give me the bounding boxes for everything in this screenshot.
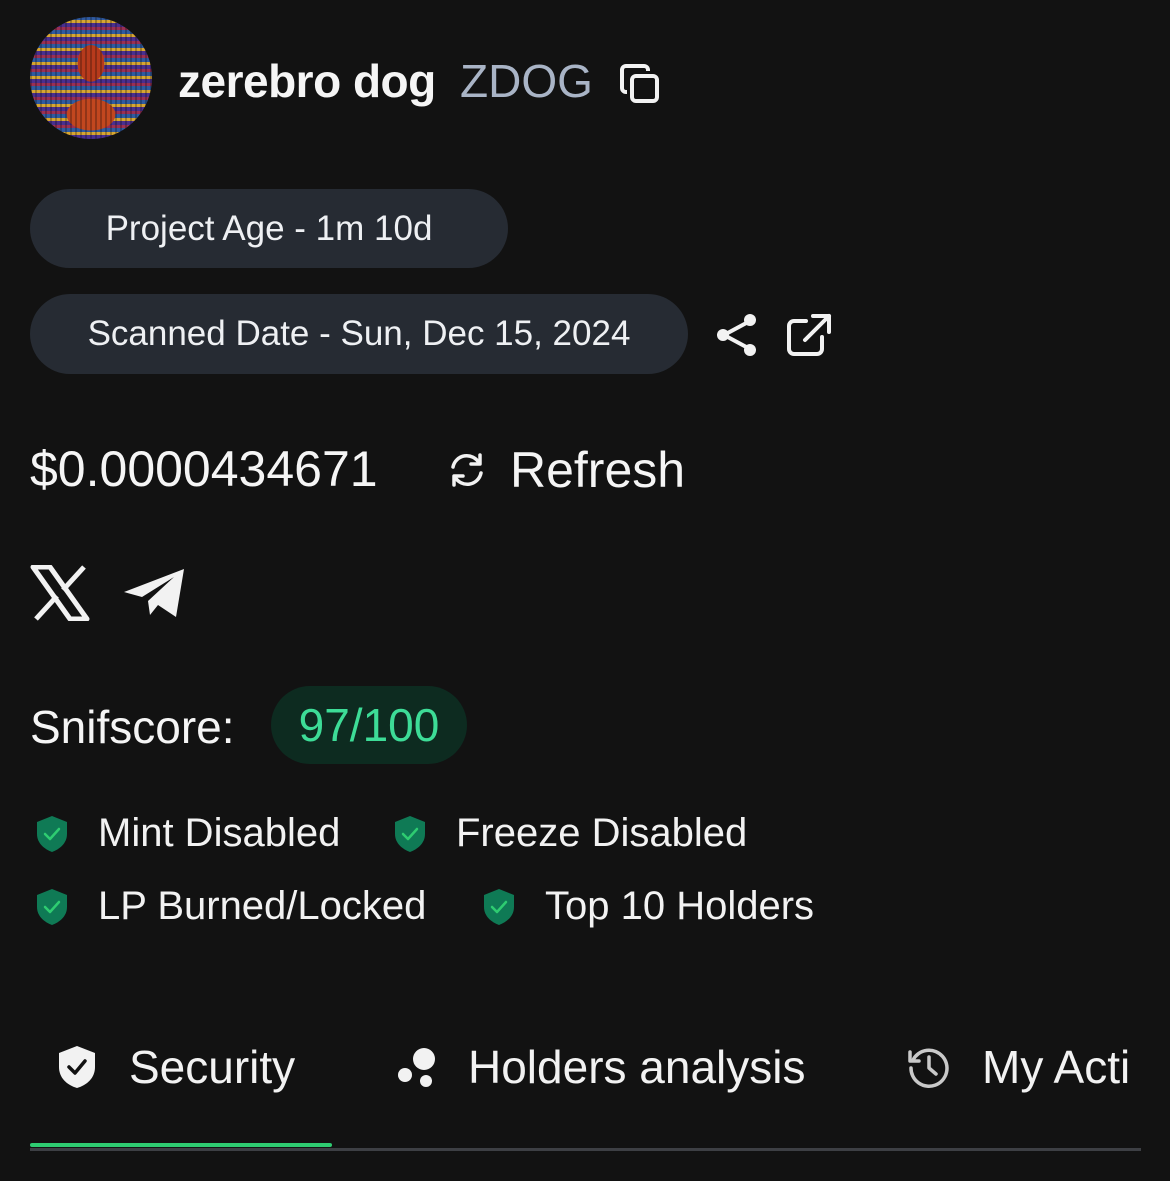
- tab-my-activity[interactable]: My Acti: [906, 1040, 1130, 1094]
- check-label: LP Burned/Locked: [98, 884, 427, 928]
- shield-check-icon: [395, 815, 425, 852]
- check-label: Top 10 Holders: [545, 884, 815, 928]
- share-icon[interactable]: [712, 311, 762, 359]
- tab-label: Holders analysis: [468, 1041, 806, 1093]
- copy-icon[interactable]: [618, 62, 662, 106]
- check-label: Mint Disabled: [98, 811, 341, 855]
- shield-check-icon: [37, 888, 67, 925]
- refresh-button[interactable]: Refresh: [446, 440, 685, 500]
- check-lp-burned-locked: LP Burned/Locked: [34, 884, 426, 929]
- bubbles-icon: [398, 1048, 435, 1087]
- check-top-10-holders: Top 10 Holders: [481, 884, 814, 929]
- refresh-icon: [451, 453, 483, 487]
- check-mint-disabled: Mint Disabled: [34, 811, 340, 856]
- token-name: zerebro dog: [178, 55, 436, 107]
- tab-label: Security: [129, 1041, 296, 1093]
- history-icon: [908, 1048, 949, 1088]
- shield-check-icon: [484, 888, 514, 925]
- token-price: $0.0000434671: [30, 441, 378, 497]
- x-icon[interactable]: [30, 565, 90, 621]
- tab-label: My Acti: [982, 1041, 1131, 1093]
- snifscore-badge: 97/100: [271, 686, 467, 764]
- tab-bar: Security Holders analysis My Acti: [0, 1020, 1141, 1140]
- telegram-icon[interactable]: [122, 565, 188, 621]
- shield-check-icon: [37, 815, 67, 852]
- project-age-pill: Project Age - 1m 10d: [30, 189, 508, 268]
- check-label: Freeze Disabled: [456, 811, 748, 855]
- tabs-divider: [30, 1148, 1141, 1151]
- snifscore-label: Snifscore:: [30, 701, 235, 753]
- active-tab-indicator: [30, 1143, 332, 1147]
- scanned-date-pill: Scanned Date - Sun, Dec 15, 2024: [30, 294, 688, 374]
- check-freeze-disabled: Freeze Disabled: [392, 811, 747, 856]
- tab-security[interactable]: Security: [55, 1040, 295, 1094]
- token-avatar: [30, 17, 152, 139]
- refresh-label: Refresh: [510, 442, 686, 498]
- token-symbol: ZDOG: [460, 55, 593, 107]
- shield-check-icon: [59, 1046, 95, 1088]
- external-link-icon[interactable]: [784, 311, 834, 359]
- tab-holders-analysis[interactable]: Holders analysis: [396, 1040, 805, 1094]
